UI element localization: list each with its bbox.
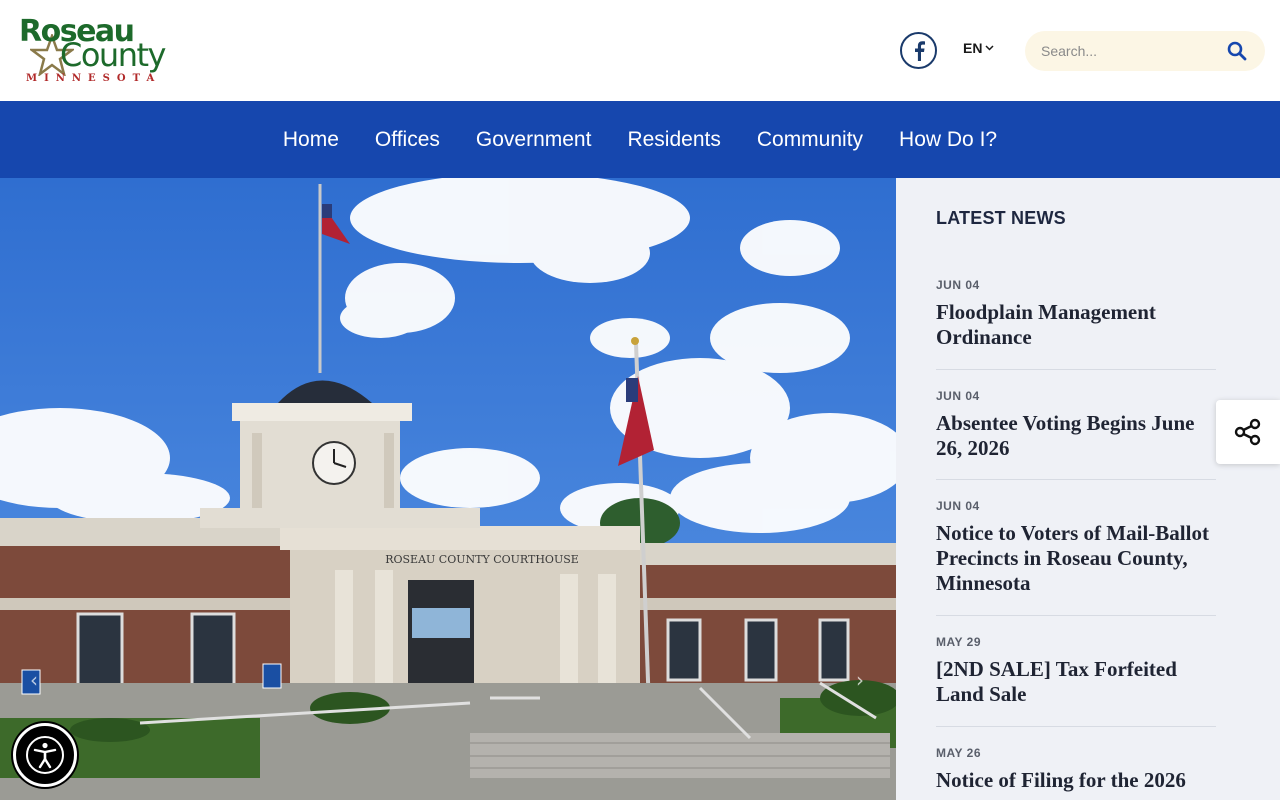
news-title[interactable]: Absentee Voting Begins June 26, 2026	[936, 411, 1216, 461]
courthouse-photo: ROSEAU COUNTY COURTHOUSE	[0, 178, 896, 800]
nav-how-do-i[interactable]: How Do I?	[899, 128, 997, 152]
news-item[interactable]: JUN 04 Absentee Voting Begins June 26, 2…	[936, 389, 1216, 480]
accessibility-icon	[26, 736, 64, 774]
latest-news-heading: LATEST NEWS	[936, 208, 1066, 228]
main-nav: Home Offices Government Residents Commun…	[0, 101, 1280, 178]
nav-home[interactable]: Home	[283, 128, 339, 152]
language-label: EN	[963, 40, 983, 56]
language-selector[interactable]: EN	[963, 40, 994, 56]
prev-arrow-icon[interactable]: ‹	[30, 668, 38, 692]
news-date: JUN 04	[936, 499, 980, 513]
latest-news-panel: LATEST NEWS JUN 04 Floodplain Management…	[896, 178, 1280, 800]
hero-slider: ROSEAU COUNTY COURTHOUSE ‹ ›	[0, 178, 896, 800]
next-arrow-icon[interactable]: ›	[856, 668, 864, 692]
news-date: MAY 26	[936, 746, 982, 760]
share-button[interactable]	[1216, 400, 1280, 464]
news-date: JUN 04	[936, 389, 980, 403]
nav-residents[interactable]: Residents	[627, 128, 720, 152]
nav-government[interactable]: Government	[476, 128, 592, 152]
news-date: JUN 04	[936, 278, 980, 292]
nav-community[interactable]: Community	[757, 128, 863, 152]
share-icon	[1234, 418, 1261, 446]
news-item[interactable]: JUN 04 Notice to Voters of Mail-Ballot P…	[936, 499, 1216, 616]
search-input[interactable]	[1041, 31, 1221, 71]
search-icon[interactable]	[1227, 41, 1247, 61]
facebook-icon	[914, 40, 925, 61]
facebook-button[interactable]	[900, 32, 937, 69]
news-title[interactable]: Notice of Filing for the 2026	[936, 768, 1216, 793]
news-item[interactable]: JUN 04 Floodplain Management Ordinance	[936, 278, 1216, 370]
logo-minnesota: MINNESOTA	[26, 73, 162, 84]
search-box	[1025, 31, 1265, 71]
county-logo[interactable]: Roseau County MINNESOTA	[16, 12, 194, 92]
news-title[interactable]: Floodplain Management Ordinance	[936, 300, 1216, 350]
accessibility-button[interactable]	[13, 723, 77, 787]
logo-county: County	[60, 36, 166, 74]
news-date: MAY 29	[936, 635, 982, 649]
courthouse-sign: ROSEAU COUNTY COURTHOUSE	[385, 553, 579, 566]
nav-offices[interactable]: Offices	[375, 128, 440, 152]
site-header: Roseau County MINNESOTA EN	[0, 0, 1280, 101]
news-item[interactable]: MAY 29 [2ND SALE] Tax Forfeited Land Sal…	[936, 635, 1216, 727]
news-title[interactable]: [2ND SALE] Tax Forfeited Land Sale	[936, 657, 1216, 707]
news-title[interactable]: Notice to Voters of Mail-Ballot Precinct…	[936, 521, 1216, 596]
chevron-down-icon	[985, 45, 994, 51]
news-item[interactable]: MAY 26 Notice of Filing for the 2026	[936, 746, 1216, 800]
